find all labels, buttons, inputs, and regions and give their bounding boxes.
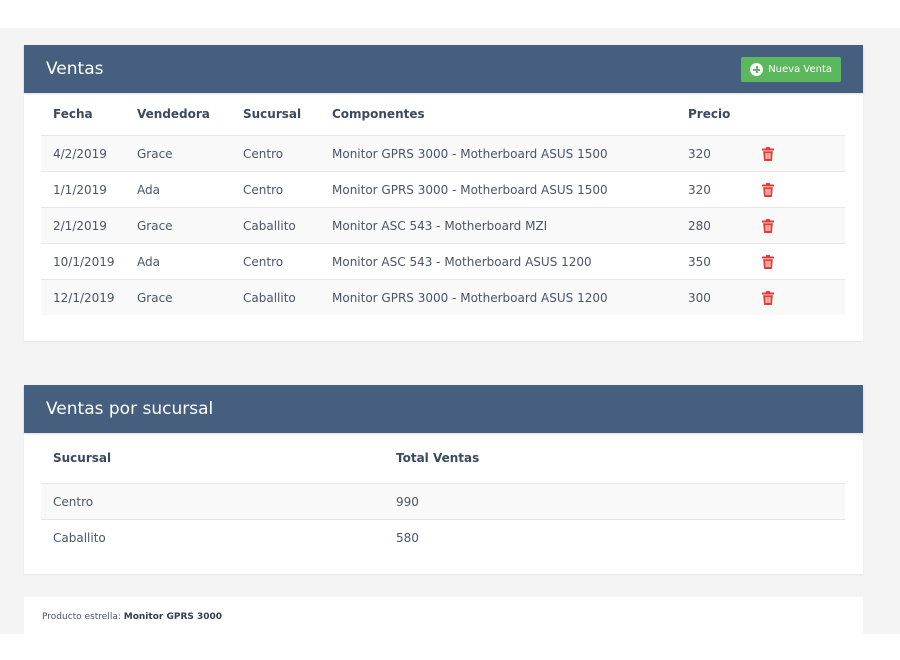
cell-total-ventas: 580	[384, 519, 845, 555]
trash-icon[interactable]	[762, 146, 774, 161]
column-header-sucursal: Sucursal	[53, 451, 112, 465]
cell-precio: 350	[676, 243, 750, 280]
cell-actions	[750, 171, 845, 208]
featured-product: Producto estrella: Monitor GPRS 3000	[42, 612, 222, 622]
sales-card-header: Ventas Nueva Venta	[24, 45, 863, 93]
cell-actions	[750, 279, 845, 315]
cell-precio: 280	[676, 207, 750, 244]
cell-componentes: Monitor GPRS 3000 - Motherboard ASUS 120…	[320, 279, 676, 315]
cell-sucursal: Caballito	[41, 519, 384, 555]
cell-precio: 320	[676, 135, 750, 172]
column-header-componentes: Componentes	[332, 107, 425, 121]
sales-row: 1/1/2019 Ada Centro Monitor GPRS 3000 - Mot…	[41, 171, 845, 208]
page-background: Ventas Nueva Venta Fecha Vendedora Sucur…	[0, 28, 900, 634]
column-header-fecha: Fecha	[53, 107, 93, 121]
cell-sucursal: Centro	[231, 171, 320, 208]
cell-actions	[750, 207, 845, 244]
cell-vendedora: Grace	[125, 135, 231, 172]
cell-sucursal: Centro	[231, 243, 320, 280]
trash-icon[interactable]	[762, 218, 774, 233]
featured-product-label: Producto estrella:	[42, 612, 121, 622]
cell-fecha: 4/2/2019	[41, 135, 125, 172]
cell-sucursal: Caballito	[231, 207, 320, 244]
cell-componentes: Monitor GPRS 3000 - Motherboard ASUS 150…	[320, 171, 676, 208]
cell-sucursal: Centro	[41, 483, 384, 520]
sales-header-row: Fecha Vendedora Sucursal Componentes Pre…	[41, 93, 845, 136]
column-header-precio: Precio	[688, 107, 731, 121]
new-sale-button-label: Nueva Venta	[768, 64, 832, 75]
sales-row: 4/2/2019 Grace Centro Monitor GPRS 3000 - M…	[41, 135, 845, 172]
column-header-actions	[750, 93, 845, 136]
cell-actions	[750, 243, 845, 280]
sales-card: Ventas Nueva Venta Fecha Vendedora Sucur…	[24, 45, 863, 341]
cell-vendedora: Ada	[125, 171, 231, 208]
trash-icon[interactable]	[762, 182, 774, 197]
cell-total-ventas: 990	[384, 483, 845, 520]
cell-sucursal: Centro	[231, 135, 320, 172]
sales-title: Ventas	[46, 59, 104, 79]
branch-row: Centro 990	[41, 483, 845, 520]
cell-vendedora: Grace	[125, 207, 231, 244]
cell-fecha: 2/1/2019	[41, 207, 125, 244]
cell-sucursal: Caballito	[231, 279, 320, 315]
cell-componentes: Monitor ASC 543 - Motherboard MZI	[320, 207, 676, 244]
sales-table: Fecha Vendedora Sucursal Componentes Pre…	[41, 93, 845, 315]
sales-row: 10/1/2019 Ada Centro Monitor ASC 543 - Moth…	[41, 243, 845, 280]
column-header-total-ventas: Total Ventas	[396, 451, 480, 465]
column-header-vendedora: Vendedora	[137, 107, 210, 121]
branches-title: Ventas por sucursal	[46, 399, 214, 419]
column-header-sucursal: Sucursal	[243, 107, 302, 121]
cell-componentes: Monitor ASC 543 - Motherboard ASUS 1200	[320, 243, 676, 280]
branches-table: Sucursal Total Ventas Centro 990 Caballito…	[41, 433, 845, 555]
cell-fecha: 10/1/2019	[41, 243, 125, 280]
branches-header-row: Sucursal Total Ventas	[41, 433, 845, 484]
cell-precio: 300	[676, 279, 750, 315]
cell-vendedora: Ada	[125, 243, 231, 280]
branch-row: Caballito 580	[41, 519, 845, 555]
trash-icon[interactable]	[762, 254, 774, 269]
sales-row: 2/1/2019 Grace Caballito Monitor ASC 543 - …	[41, 207, 845, 244]
cell-fecha: 12/1/2019	[41, 279, 125, 315]
cell-precio: 320	[676, 171, 750, 208]
branches-card: Ventas por sucursal Sucursal Total Venta…	[24, 385, 863, 574]
cell-componentes: Monitor GPRS 3000 - Motherboard ASUS 150…	[320, 135, 676, 172]
sales-row: 12/1/2019 Grace Caballito Monitor GPRS 3000…	[41, 279, 845, 315]
branches-card-header: Ventas por sucursal	[24, 385, 863, 433]
cell-fecha: 1/1/2019	[41, 171, 125, 208]
featured-product-panel: Producto estrella: Monitor GPRS 3000	[24, 597, 863, 634]
featured-product-value: Monitor GPRS 3000	[123, 612, 223, 622]
trash-icon[interactable]	[762, 290, 774, 305]
cell-vendedora: Grace	[125, 279, 231, 315]
new-sale-button[interactable]: Nueva Venta	[741, 57, 841, 82]
plus-circle-icon	[750, 63, 764, 76]
cell-actions	[750, 135, 845, 172]
